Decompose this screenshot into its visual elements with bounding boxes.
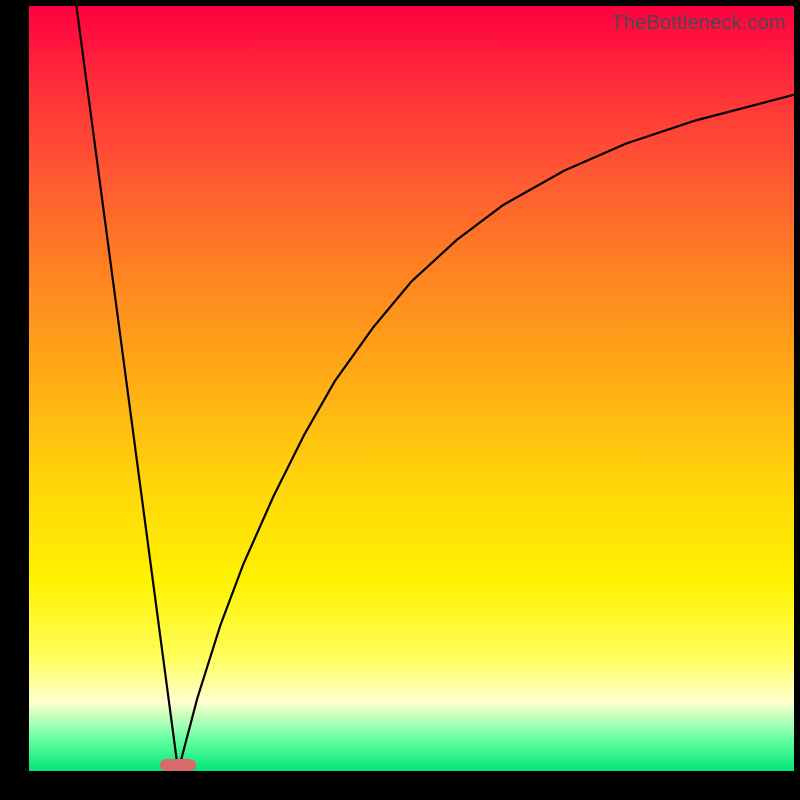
optimal-marker [160, 759, 196, 771]
bottleneck-curve [29, 6, 794, 771]
plot-area: TheBottleneck.com [29, 6, 794, 771]
chart-frame: TheBottleneck.com [0, 0, 800, 800]
